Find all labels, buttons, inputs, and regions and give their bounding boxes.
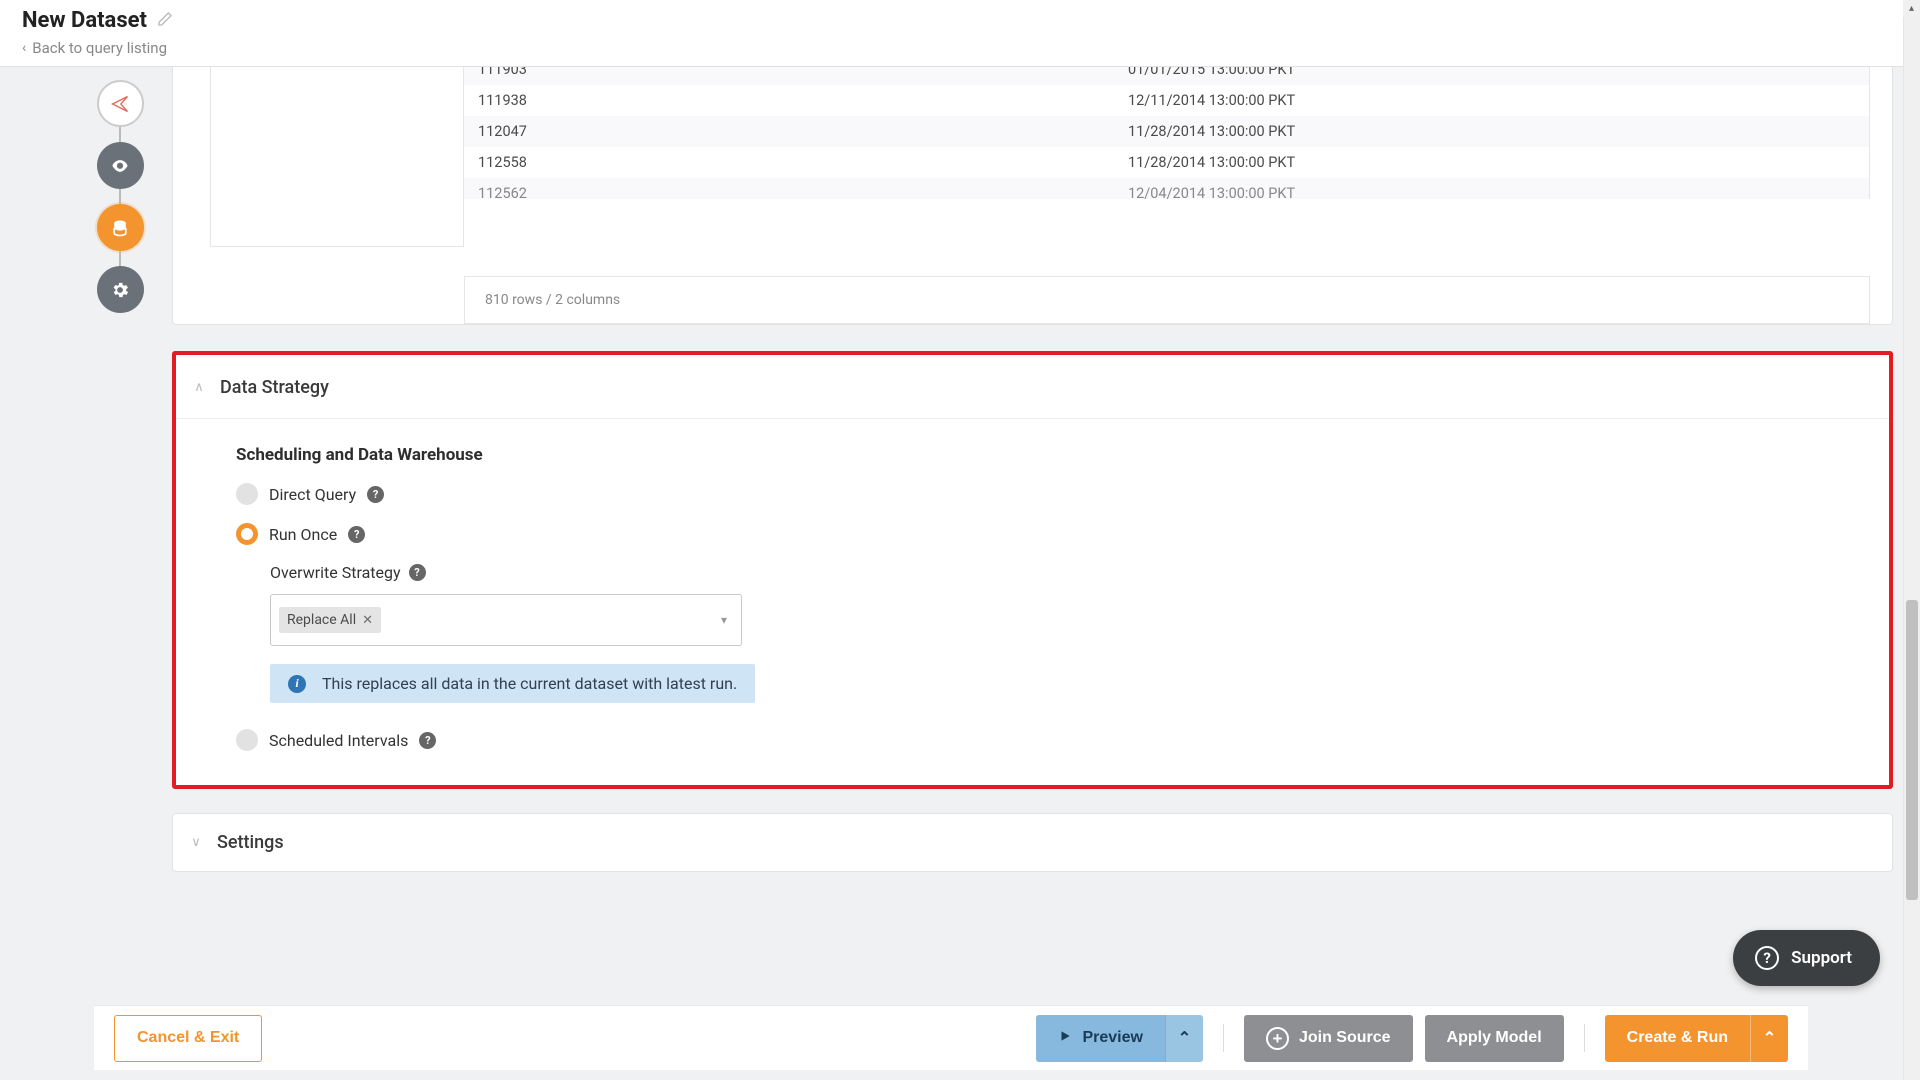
cancel-button[interactable]: Cancel & Exit	[114, 1015, 262, 1062]
radio-direct-query[interactable]	[236, 483, 258, 505]
step-data-strategy[interactable]	[97, 204, 144, 251]
preview-panel: 11146701/01/2015 13:00:00 PKT11162901/22…	[172, 67, 1893, 325]
section-title: Data Strategy	[220, 377, 329, 398]
cell-timestamp: 12/11/2014 13:00:00 PKT	[1114, 85, 1869, 116]
chevron-down-icon: ▾	[721, 613, 727, 627]
apply-model-label: Apply Model	[1447, 1029, 1542, 1047]
direct-query-label: Direct Query	[269, 485, 356, 504]
cell-id: 111938	[464, 85, 1114, 116]
info-text: This replaces all data in the current da…	[322, 674, 737, 693]
help-icon[interactable]: ?	[409, 564, 426, 581]
scheduling-heading: Scheduling and Data Warehouse	[236, 445, 1839, 465]
step-source[interactable]	[97, 80, 144, 127]
chevron-up-icon: ⌃	[1178, 1028, 1191, 1048]
chip-remove-icon[interactable]: ✕	[362, 613, 373, 628]
create-run-button[interactable]: Create & Run	[1605, 1015, 1750, 1062]
chevron-up-icon: ∧	[192, 380, 206, 395]
back-link-label: Back to query listing	[32, 39, 167, 57]
cancel-label: Cancel & Exit	[137, 1029, 239, 1047]
step-connector	[119, 127, 121, 142]
plus-circle-icon: +	[1266, 1027, 1289, 1050]
help-icon[interactable]: ?	[348, 526, 365, 543]
create-run-dropdown[interactable]: ⌃	[1750, 1015, 1788, 1062]
preview-table: 11146701/01/2015 13:00:00 PKT11162901/22…	[464, 67, 1870, 247]
scroll-up-icon[interactable]: ▴	[1903, 0, 1920, 17]
cell-timestamp: 11/28/2014 13:00:00 PKT	[1114, 147, 1869, 178]
create-run-label: Create & Run	[1627, 1029, 1728, 1047]
settings-panel[interactable]: ∨ Settings	[172, 813, 1893, 872]
cell-id: 112047	[464, 116, 1114, 147]
table-row: 11190301/01/2015 13:00:00 PKT	[464, 67, 1869, 85]
radio-run-once[interactable]	[236, 523, 258, 545]
page-scrollbar[interactable]: ▴	[1903, 0, 1920, 1080]
settings-title: Settings	[217, 832, 284, 853]
select-chip: Replace All ✕	[279, 607, 381, 633]
overwrite-info: i This replaces all data in the current …	[270, 664, 755, 703]
data-strategy-panel: ∧ Data Strategy Scheduling and Data Ware…	[172, 351, 1893, 789]
table-row: 11193812/11/2014 13:00:00 PKT	[464, 85, 1869, 116]
chevron-down-icon: ∨	[189, 835, 203, 850]
step-preview[interactable]	[97, 142, 144, 189]
content-area: 11146701/01/2015 13:00:00 PKT11162901/22…	[172, 67, 1893, 995]
help-icon[interactable]: ?	[419, 732, 436, 749]
scheduled-intervals-label: Scheduled Intervals	[269, 731, 408, 750]
page-header: New Dataset ‹ Back to query listing	[0, 0, 1920, 67]
run-once-label: Run Once	[269, 525, 337, 544]
scroll-thumb[interactable]	[1906, 600, 1918, 900]
help-icon[interactable]: ?	[367, 486, 384, 503]
divider	[1584, 1024, 1585, 1052]
overwrite-strategy-label: Overwrite Strategy	[270, 563, 401, 582]
cell-timestamp: 01/01/2015 13:00:00 PKT	[1114, 67, 1869, 85]
radio-scheduled-intervals[interactable]	[236, 729, 258, 751]
preview-footer: 810 rows / 2 columns	[464, 276, 1870, 324]
apply-model-button[interactable]: Apply Model	[1425, 1015, 1564, 1062]
preview-row-count: 810 rows / 2 columns	[485, 292, 620, 308]
overwrite-strategy-select[interactable]: Replace All ✕ ▾	[270, 594, 742, 646]
join-source-label: Join Source	[1299, 1029, 1391, 1047]
cell-id: 112562	[464, 178, 1114, 209]
action-footer: Cancel & Exit Preview ⌃ + Join Source Ap…	[94, 1006, 1808, 1070]
table-row: 11204711/28/2014 13:00:00 PKT	[464, 116, 1869, 147]
help-icon: ?	[1755, 946, 1779, 970]
support-button[interactable]: ? Support	[1733, 930, 1880, 986]
preview-label: Preview	[1082, 1029, 1142, 1047]
wizard-step-rail	[96, 80, 144, 313]
support-label: Support	[1791, 948, 1852, 968]
join-source-button[interactable]: + Join Source	[1244, 1015, 1413, 1062]
edit-title-icon[interactable]	[157, 11, 173, 31]
back-to-listing-link[interactable]: ‹ Back to query listing	[22, 39, 1900, 57]
data-strategy-header[interactable]: ∧ Data Strategy	[176, 377, 1889, 419]
cell-id: 111903	[464, 67, 1114, 85]
divider	[1223, 1024, 1224, 1052]
cell-timestamp: 12/04/2014 13:00:00 PKT	[1114, 178, 1869, 209]
step-settings[interactable]	[97, 266, 144, 313]
chevron-left-icon: ‹	[22, 40, 26, 56]
preview-dropdown[interactable]: ⌃	[1165, 1015, 1203, 1062]
table-row: 11256212/04/2014 13:00:00 PKT	[464, 178, 1869, 209]
preview-side-panel	[210, 67, 464, 247]
page-title: New Dataset	[22, 8, 147, 33]
cell-timestamp: 11/28/2014 13:00:00 PKT	[1114, 116, 1869, 147]
chevron-up-icon: ⌃	[1763, 1028, 1776, 1048]
table-row: 11255811/28/2014 13:00:00 PKT	[464, 147, 1869, 178]
cell-id: 112558	[464, 147, 1114, 178]
preview-button[interactable]: Preview	[1036, 1015, 1164, 1062]
info-icon: i	[288, 675, 306, 693]
chip-label: Replace All	[287, 612, 356, 628]
step-connector	[119, 189, 121, 204]
step-connector	[119, 251, 121, 266]
play-icon	[1058, 1029, 1072, 1048]
